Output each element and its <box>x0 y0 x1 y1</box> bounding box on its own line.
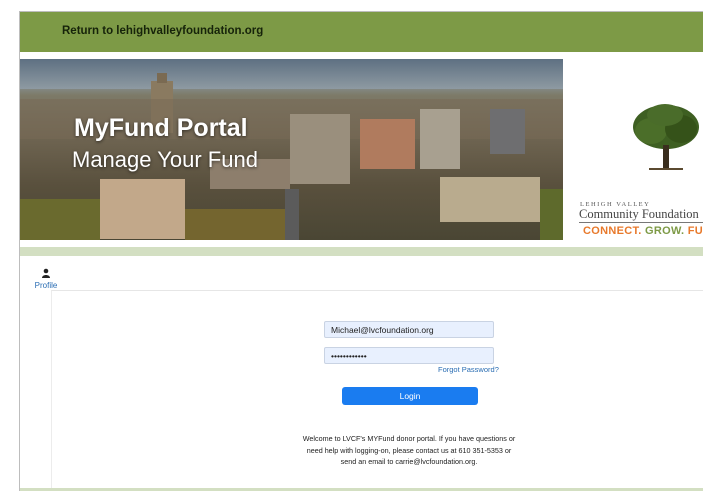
tagline-grow: GROW. <box>644 225 688 237</box>
building <box>420 109 460 169</box>
logo-name: Community Foundation <box>579 207 699 221</box>
hero-subtitle: Manage Your Fund <box>72 147 258 172</box>
trees <box>185 209 285 240</box>
building <box>360 119 415 169</box>
tree-logo-icon <box>633 104 699 170</box>
logo-divider <box>579 222 703 223</box>
hero-sky <box>20 59 563 89</box>
building <box>290 114 350 184</box>
trees <box>540 189 563 240</box>
building <box>440 177 540 222</box>
tagline-connect: CONNECT. <box>583 225 645 237</box>
page-frame: Return to lehighvalleyfoundation.org MyF… <box>19 11 703 491</box>
foundation-logo: LEHIGH VALLEY Community Foundation CONNE… <box>563 59 703 240</box>
email-field[interactable] <box>324 321 494 338</box>
tower-top <box>157 73 167 83</box>
forgot-password-link[interactable]: Forgot Password? <box>438 365 499 374</box>
welcome-text: Welcome to LVCF's MYFund donor portal. I… <box>302 434 516 467</box>
divider-band <box>20 247 703 256</box>
return-link[interactable]: Return to lehighvalleyfoundation.org <box>62 25 263 37</box>
person-icon <box>42 268 50 278</box>
login-button[interactable]: Login <box>342 387 478 405</box>
road <box>285 189 299 240</box>
profile-link[interactable]: Profile <box>32 265 60 290</box>
top-bar: Return to lehighvalleyfoundation.org <box>20 12 703 52</box>
building <box>100 179 185 239</box>
building <box>490 109 525 154</box>
trees <box>20 199 100 240</box>
hero-banner: MyFund Portal Manage Your Fund <box>20 59 563 240</box>
hero-title: MyFund Portal <box>74 114 248 142</box>
password-field[interactable] <box>324 347 494 364</box>
profile-label: Profile <box>34 281 58 290</box>
tagline-fund: FUND. <box>687 225 703 237</box>
logo-tagline: CONNECT. GROW. FUND. <box>583 225 703 237</box>
login-panel: Forgot Password? Login Welcome to LVCF's… <box>51 290 703 491</box>
